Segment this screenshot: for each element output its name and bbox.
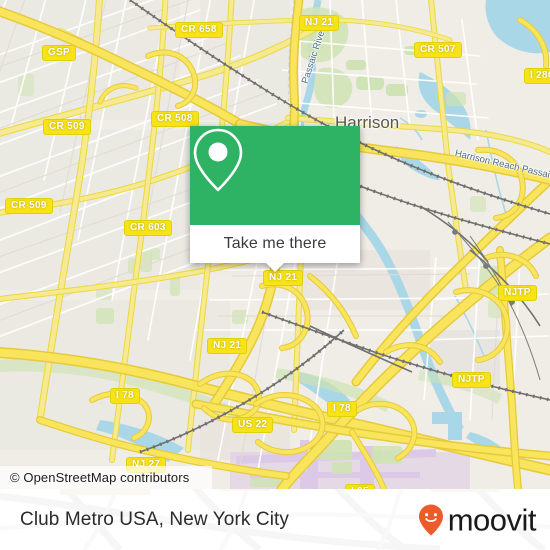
take-me-there-label[interactable]: Take me there	[190, 225, 360, 263]
moovit-smiley-pin-icon	[418, 504, 443, 535]
road-shield: CR 509	[5, 198, 53, 214]
road-shield: NJTP	[498, 285, 537, 301]
road-shield: NJ 21	[299, 15, 340, 31]
location-pin-icon	[193, 128, 243, 192]
road-shield: I 95	[345, 484, 375, 489]
road-shield: NJ 21	[263, 270, 304, 286]
road-shield: CR 507	[414, 42, 462, 58]
road-shield: CR 658	[175, 22, 223, 38]
road-shield: I 78	[327, 401, 357, 417]
road-shield: US 22	[232, 417, 274, 433]
road-shield: GSP	[42, 45, 77, 61]
card-pointer-tail	[265, 262, 285, 272]
map-page: .land { fill:#efede5; } .blockA { fill:#…	[0, 0, 550, 550]
road-shield: NJTP	[452, 372, 491, 388]
road-shield: CR 509	[43, 119, 91, 135]
card-image-area	[190, 126, 360, 225]
road-shield: NJ 27	[126, 457, 167, 473]
road-shield: CR 603	[124, 220, 172, 236]
map-canvas[interactable]: .land { fill:#efede5; } .blockA { fill:#…	[0, 0, 550, 489]
moovit-wordmark: moovit	[447, 502, 537, 537]
take-me-there-card[interactable]: Take me there	[190, 126, 360, 272]
moovit-logo[interactable]: moovit	[417, 502, 537, 537]
road-shield: I 280	[524, 68, 550, 84]
road-shield: I 78	[110, 388, 140, 404]
road-shield: NJ 21	[207, 338, 248, 354]
footer-bar: Club Metro USA, New York City moovit	[0, 489, 550, 550]
page-title: Club Metro USA, New York City	[20, 508, 289, 530]
road-shield: CR 508	[151, 111, 199, 127]
